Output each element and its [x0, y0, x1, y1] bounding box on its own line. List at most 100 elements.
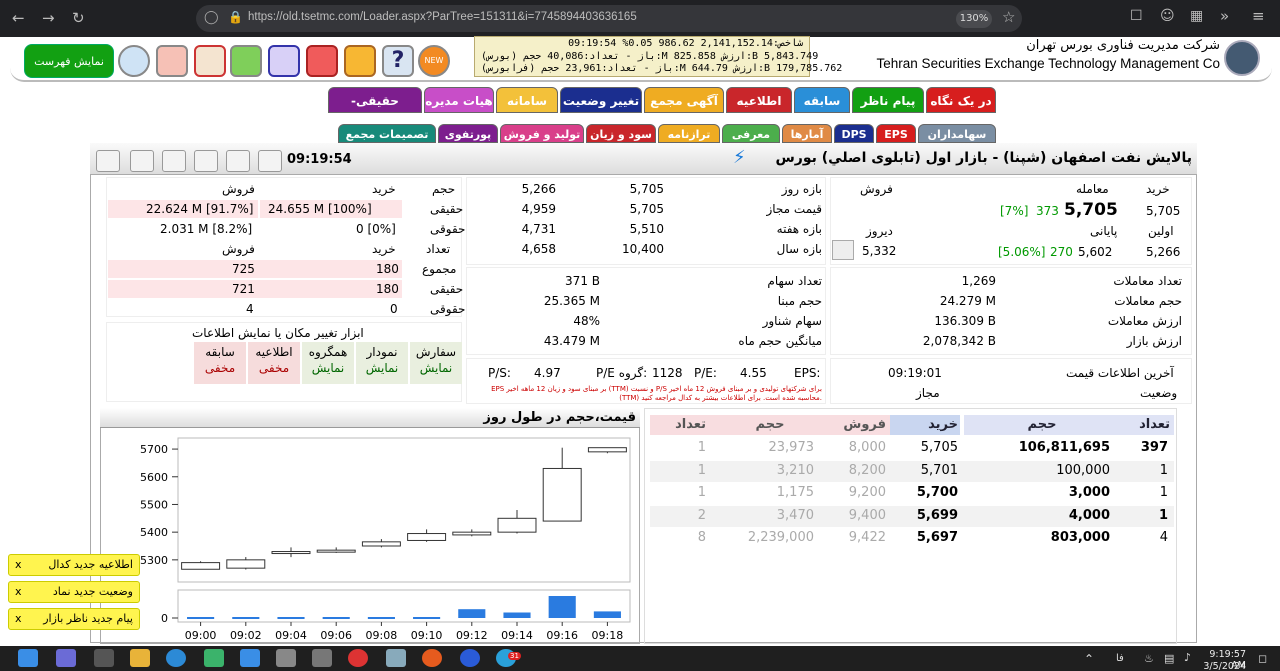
subtab-4[interactable]: معرفی — [722, 124, 780, 143]
tool-toggle[interactable]: همگروه نمایش — [302, 342, 354, 384]
chrome-icon[interactable] — [348, 649, 368, 667]
chart-app-icon[interactable] — [386, 649, 406, 667]
globe-icon[interactable] — [118, 45, 150, 77]
close-icon[interactable]: x — [15, 555, 22, 575]
subtab-7[interactable]: تولید و فروش — [500, 124, 584, 143]
subtab-8[interactable]: پورتفوی — [438, 124, 498, 143]
tool-state: مخفی — [204, 361, 236, 375]
tab-8[interactable]: حقیقی-حقوقی — [328, 87, 422, 134]
close-icon[interactable]: x — [15, 582, 22, 602]
stat-label: تعداد معاملات — [1113, 274, 1182, 288]
sell-count: 8 — [697, 530, 706, 545]
help-icon[interactable]: ? — [382, 45, 414, 77]
close-icon[interactable]: x — [15, 609, 22, 629]
firefox-dev-icon[interactable] — [460, 649, 480, 667]
subtab-9[interactable]: تصمیمات مجمع — [338, 124, 436, 143]
tool-toggle[interactable]: نمودار نمایش — [356, 342, 408, 384]
snip-icon[interactable] — [312, 649, 332, 667]
price-volume-chart: 5300 5400 5500 5600 5700 0 09:00 09:02 09:04 09:0… — [140, 437, 631, 642]
chart-icon[interactable] — [268, 45, 300, 77]
status-label: وضعیت — [1140, 386, 1178, 400]
subtab-2[interactable]: DPS — [834, 124, 874, 143]
tool-toggle[interactable]: سابقه مخفی — [194, 342, 246, 384]
tab-1[interactable]: پیام ناظر — [852, 87, 924, 113]
star-icon[interactable]: ☆ — [1002, 8, 1015, 26]
edge-icon[interactable] — [166, 649, 186, 667]
pocket-icon[interactable]: ☐ — [1130, 8, 1143, 24]
mute-icon[interactable]: ♨ — [1144, 652, 1154, 665]
stat-value: 2,078,342 B — [922, 334, 996, 348]
firefox-icon[interactable] — [422, 649, 442, 667]
zoom-level[interactable]: 130% — [956, 10, 992, 28]
tab-2[interactable]: سابقه — [794, 87, 850, 113]
notification-icon[interactable]: ◻ — [1258, 652, 1267, 665]
settings-icon[interactable] — [832, 240, 854, 260]
trade-header: معامله — [1076, 182, 1109, 196]
stat-value: 1,269 — [961, 274, 996, 288]
tray-up-icon[interactable]: ⌃ — [1084, 652, 1094, 666]
subtab-5[interactable]: ترازنامه — [658, 124, 720, 143]
home-icon[interactable] — [156, 45, 188, 77]
app-icon[interactable] — [204, 649, 224, 667]
subtab-3[interactable]: آمارها — [782, 124, 832, 143]
table-icon[interactable] — [194, 45, 226, 77]
x-tick-label: 09:12 — [456, 629, 488, 642]
tab-4[interactable]: آگهی مجمع — [644, 87, 724, 113]
document-icon[interactable] — [130, 150, 154, 172]
tool-toggle[interactable]: سفارش نمایش — [410, 342, 462, 384]
extensions-icon[interactable]: ▦ — [1190, 8, 1203, 24]
notification-toast[interactable]: x اطلاعیه جدید کدال — [8, 554, 140, 576]
buy-count: 1 — [1158, 507, 1168, 523]
clock-date[interactable]: 3/5/2024 — [1196, 661, 1246, 671]
trend-icon[interactable] — [194, 150, 218, 172]
range-high: 10,400 — [622, 242, 664, 256]
tab-5[interactable]: تغییر وضعیت — [560, 87, 642, 113]
overflow-icon[interactable]: » — [1220, 7, 1229, 25]
message-icon[interactable] — [344, 45, 376, 77]
calculator-icon[interactable] — [276, 649, 296, 667]
edit-icon[interactable] — [162, 150, 186, 172]
sell-price: 9,200 — [848, 485, 886, 500]
reload-icon[interactable]: ↻ — [72, 9, 85, 27]
stat-value: 25.365 M — [543, 294, 600, 308]
network-icon[interactable]: ▤ — [1164, 652, 1174, 665]
tab-0[interactable]: در یک نگاه — [926, 87, 996, 113]
volume-icon[interactable]: ♪ — [1184, 651, 1191, 664]
search-icon[interactable] — [230, 45, 262, 77]
candle-body — [361, 541, 401, 547]
forward-icon[interactable]: → — [42, 9, 55, 27]
grid-icon[interactable] — [306, 45, 338, 77]
subtab-0[interactable]: سهامداران — [918, 124, 996, 143]
start-icon[interactable] — [18, 649, 38, 667]
account-icon[interactable]: ☺ — [1160, 8, 1175, 24]
subtab-1[interactable]: EPS — [876, 124, 916, 143]
volume-bar — [458, 609, 486, 618]
tab-6[interactable]: سامانه — [496, 87, 558, 113]
bars-icon[interactable] — [258, 150, 282, 172]
language-indicator[interactable]: فا — [1116, 653, 1124, 664]
add-icon[interactable] — [96, 150, 120, 172]
new-icon[interactable]: NEW — [418, 45, 450, 77]
store-icon[interactable] — [240, 649, 260, 667]
taskview-icon[interactable] — [94, 649, 114, 667]
final-label: پایانی — [1090, 224, 1118, 238]
list-icon[interactable] — [226, 150, 250, 172]
range-label: بازه سال — [776, 242, 822, 256]
copilot-icon[interactable] — [56, 649, 76, 667]
buy-header: خرید — [372, 242, 396, 256]
notification-toast[interactable]: x وضعیت جدید نماد — [8, 581, 140, 603]
company-name-en: Tehran Securities Exchange Technology Ma… — [876, 56, 1220, 71]
url-text[interactable]: https://old.tsetmc.com/Loader.aspx?ParTr… — [248, 11, 637, 23]
y-tick-label: 5700 — [140, 443, 168, 456]
candle-body — [226, 559, 266, 569]
sell-volume: 1,175 — [776, 485, 814, 500]
notification-toast[interactable]: x پیام جدید ناظر بازار — [8, 608, 140, 630]
back-icon[interactable]: ← — [12, 9, 25, 27]
tab-7[interactable]: هیات مدیره — [424, 87, 494, 113]
menu-icon[interactable]: ≡ — [1252, 7, 1265, 25]
folder-icon[interactable] — [130, 649, 150, 667]
show-list-button[interactable]: نمایش فهرست — [24, 44, 114, 78]
subtab-6[interactable]: سود و زیان — [586, 124, 656, 143]
tab-3[interactable]: اطلاعیه — [726, 87, 792, 113]
tool-toggle[interactable]: اطلاعیه مخفی — [248, 342, 300, 384]
